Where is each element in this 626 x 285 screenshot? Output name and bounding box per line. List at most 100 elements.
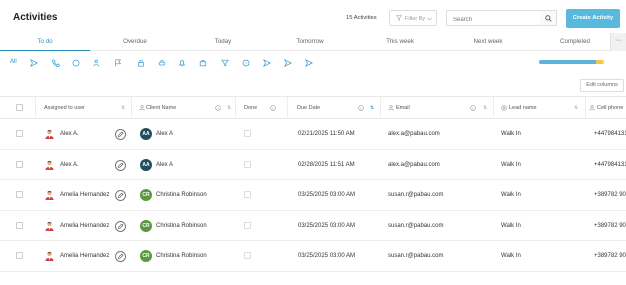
table-row[interactable]: Amelia Hernandez CR Christina Robinson 0…: [0, 180, 626, 211]
send-icon[interactable]: [284, 59, 292, 67]
header-select: [0, 97, 36, 119]
edit-icon[interactable]: [115, 159, 126, 171]
search-input[interactable]: [446, 10, 541, 26]
edit-columns-button[interactable]: Edit columns: [580, 79, 624, 92]
edit-icon[interactable]: [115, 220, 126, 232]
done-checkbox[interactable]: [244, 130, 251, 137]
filter-icon: [396, 15, 402, 21]
sort-icon[interactable]: ⇅: [227, 97, 231, 119]
create-activity-button[interactable]: Create Activity: [566, 9, 620, 28]
tab-this-week[interactable]: This week: [355, 33, 445, 51]
client-initials-badge: CR: [140, 250, 152, 262]
phone-icon[interactable]: [52, 59, 60, 67]
header-done-label: Done: [244, 105, 258, 111]
header-email[interactable]: Email ⇅: [381, 97, 494, 119]
activities-table: Assigned to user ⇅ Client Name ⇅ Done Du…: [0, 96, 626, 285]
done-checkbox[interactable]: [244, 252, 251, 259]
cell-phone: +389782 90: [594, 222, 626, 229]
chat-icon[interactable]: [72, 59, 80, 67]
header-due-date[interactable]: Due Date ⇅: [288, 97, 381, 119]
sort-icon[interactable]: ⇅: [574, 97, 578, 119]
client-name-link[interactable]: Alex A: [156, 119, 234, 149]
email[interactable]: susan.r@pabau.com: [388, 241, 492, 271]
table-row[interactable]: Alex A. AA Alex A 02/28/2025 11:51 AM al…: [0, 150, 626, 180]
header-cell-label: Cell phone: [597, 105, 624, 111]
sort-icon[interactable]: ⇅: [483, 97, 487, 119]
sort-ascending-icon[interactable]: ⇅: [370, 97, 374, 119]
send-icon[interactable]: [305, 59, 313, 67]
briefcase-icon[interactable]: [199, 59, 207, 67]
client-initials-badge: AA: [140, 158, 152, 171]
car-icon[interactable]: [158, 59, 166, 67]
cell-phone: +447984131: [594, 161, 626, 168]
lead-name: Walk In: [501, 131, 521, 137]
people-icon[interactable]: [93, 59, 101, 67]
row-select-checkbox[interactable]: [16, 160, 23, 168]
filter-by-dropdown[interactable]: Filter By: [389, 10, 437, 26]
assigned-user-name: Amelia Hernandez: [60, 222, 110, 229]
lock-icon[interactable]: [137, 59, 145, 67]
bell-icon[interactable]: [178, 59, 186, 67]
row-select-checkbox[interactable]: [16, 191, 23, 198]
header-assigned-to-user[interactable]: Assigned to user ⇅: [36, 97, 132, 119]
tab-to-do[interactable]: To do: [0, 33, 90, 51]
header-lead-label: Lead name: [509, 105, 537, 111]
header-done[interactable]: Done: [236, 97, 288, 119]
select-all-checkbox[interactable]: [16, 104, 23, 111]
info-icon: [358, 105, 364, 111]
sort-icon[interactable]: ⇅: [121, 97, 125, 119]
edit-icon[interactable]: [115, 251, 126, 262]
user-avatar: [45, 160, 54, 170]
header-lead-name[interactable]: Lead name ⇅: [494, 97, 586, 119]
edit-icon[interactable]: [115, 190, 126, 201]
header-client-name[interactable]: Client Name ⇅: [132, 97, 236, 119]
tabs-more-button[interactable]: ···: [610, 33, 626, 51]
progress-fill-blue: [539, 60, 597, 64]
assigned-user-name: Alex A.: [60, 161, 79, 168]
search-button[interactable]: [540, 10, 557, 26]
due-date: 02/21/2025 11:50 AM: [298, 131, 355, 137]
cell-phone: +389782 90: [594, 253, 626, 259]
lead-name: Walk In: [501, 161, 521, 168]
user-avatar: [45, 129, 54, 139]
filter-icon[interactable]: [221, 59, 229, 67]
target-icon: [501, 105, 507, 111]
client-name-link[interactable]: Alex A: [156, 150, 234, 180]
tab-tomorrow[interactable]: Tomorrow: [265, 33, 355, 51]
chat-bubble-icon[interactable]: [242, 59, 250, 67]
email[interactable]: alex.a@pabau.com: [388, 150, 492, 180]
header-cell-phone[interactable]: Cell phone: [586, 97, 626, 119]
done-checkbox[interactable]: [244, 221, 251, 229]
tab-today[interactable]: Today: [178, 33, 268, 51]
flag-icon[interactable]: [114, 59, 122, 67]
assigned-user-name: Amelia Hernandez: [60, 192, 110, 198]
client-name-link[interactable]: Christina Robinson: [156, 211, 234, 241]
done-checkbox[interactable]: [244, 160, 251, 168]
tab-completed[interactable]: Completed: [530, 33, 620, 51]
tab-overdue[interactable]: Overdue: [90, 33, 180, 51]
user-icon: [139, 105, 145, 111]
client-name-link[interactable]: Christina Robinson: [156, 241, 234, 271]
send-icon[interactable]: [30, 59, 38, 67]
type-all[interactable]: All: [10, 59, 17, 65]
table-row[interactable]: Amelia Hernandez CR Christina Robinson 0…: [0, 241, 626, 272]
tab-next-week[interactable]: Next week: [443, 33, 533, 51]
header-due-label: Due Date: [297, 105, 321, 111]
user-icon: [388, 105, 394, 111]
cell-phone: +447984131: [594, 131, 626, 137]
table-row[interactable]: Alex A. AA Alex A 02/21/2025 11:50 AM al…: [0, 119, 626, 150]
row-select-checkbox[interactable]: [16, 252, 23, 259]
email[interactable]: alex.a@pabau.com: [388, 119, 492, 149]
row-select-checkbox[interactable]: [16, 221, 23, 229]
done-checkbox[interactable]: [244, 191, 251, 198]
client-initials-badge: CR: [140, 219, 152, 232]
email[interactable]: susan.r@pabau.com: [388, 180, 492, 210]
client-name-link[interactable]: Christina Robinson: [156, 180, 234, 210]
table-row[interactable]: Amelia Hernandez CR Christina Robinson 0…: [0, 211, 626, 241]
row-select-checkbox[interactable]: [16, 130, 23, 137]
edit-icon[interactable]: [115, 129, 126, 140]
email[interactable]: susan.r@pabau.com: [388, 211, 492, 241]
send-icon[interactable]: [263, 59, 271, 67]
activity-tabs: To do Overdue Today Tomorrow This week N…: [0, 33, 626, 51]
lead-name: Walk In: [501, 192, 521, 198]
